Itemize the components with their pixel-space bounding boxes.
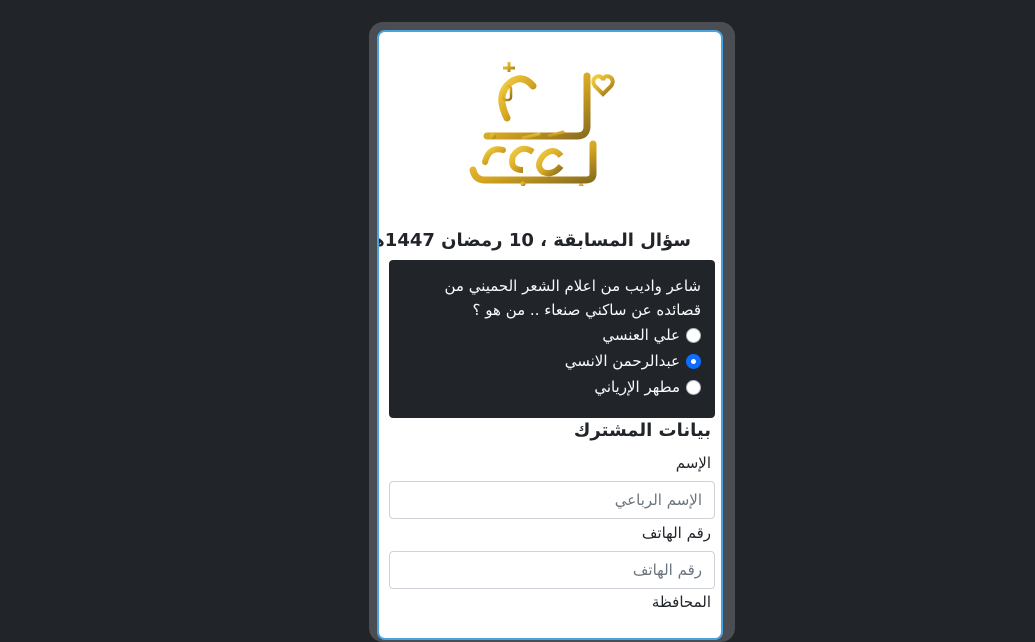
option-3-radio[interactable]	[686, 379, 701, 395]
question-text: شاعر واديب من اعلام الشعر الحميني من قصا…	[444, 277, 701, 319]
phone-label: رقم الهاتف	[641, 524, 711, 542]
option-1-radio[interactable]	[686, 327, 701, 343]
option-2[interactable]: عبدالرحمن الانسي	[565, 352, 701, 370]
question-box: شاعر واديب من اعلام الشعر الحميني من قصا…	[389, 260, 715, 418]
participant-section-title: بيانات المشترك	[573, 420, 711, 441]
option-1-label: علي العنسي	[602, 326, 680, 344]
name-label: الإسم	[675, 454, 711, 472]
quiz-card: سؤال المسابقة ، 10 رمضان 1447هـ شاعر واد…	[377, 30, 723, 640]
phone-input[interactable]	[389, 551, 715, 589]
option-1[interactable]: علي العنسي	[602, 326, 701, 344]
governorate-label: المحافظة	[651, 593, 711, 611]
layali-alsaeeda-logo	[463, 56, 623, 189]
option-2-radio[interactable]	[686, 353, 701, 369]
name-input[interactable]	[389, 481, 715, 519]
logo-calligraphy-icon	[469, 61, 615, 189]
option-3[interactable]: مطهر الإرياني	[594, 378, 701, 396]
option-3-label: مطهر الإرياني	[594, 378, 680, 396]
quiz-title: سؤال المسابقة ، 10 رمضان 1447هـ	[379, 230, 691, 251]
option-2-label: عبدالرحمن الانسي	[564, 352, 680, 370]
